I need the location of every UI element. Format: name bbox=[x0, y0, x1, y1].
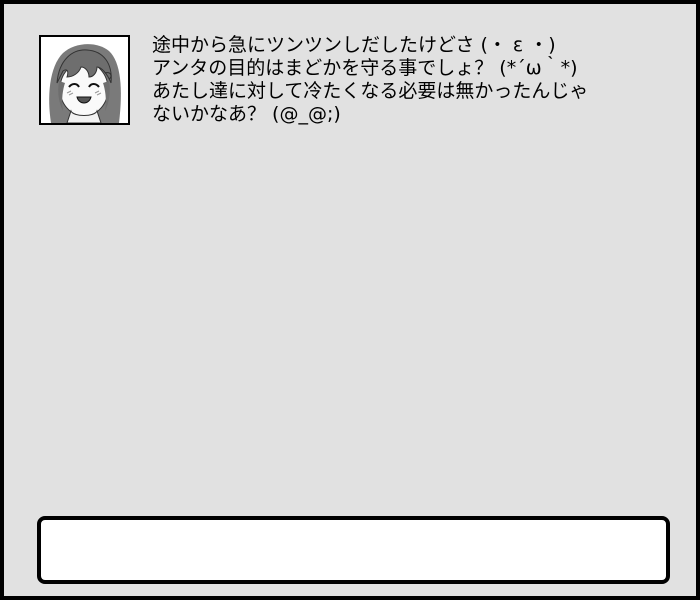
dialogue-line-4: ないかなあ？ (@_@;) bbox=[152, 103, 341, 125]
dialogue-line-1: 途中から急にツンツンしだしたけどさ (・ ε ・) bbox=[152, 34, 556, 56]
message-input[interactable] bbox=[37, 516, 670, 584]
character-portrait-icon bbox=[39, 35, 130, 125]
dialogue-text: 途中から急にツンツンしだしたけどさ (・ ε ・) アンタの目的はまどかを守る事… bbox=[152, 34, 692, 126]
dialogue-line-2: アンタの目的はまどかを守る事でしょ？ (*´ω｀*) bbox=[152, 57, 578, 79]
dialogue-line-3: あたし達に対して冷たくなる必要は無かったんじゃ bbox=[152, 80, 589, 102]
game-screen: 途中から急にツンツンしだしたけどさ (・ ε ・) アンタの目的はまどかを守る事… bbox=[0, 0, 700, 600]
